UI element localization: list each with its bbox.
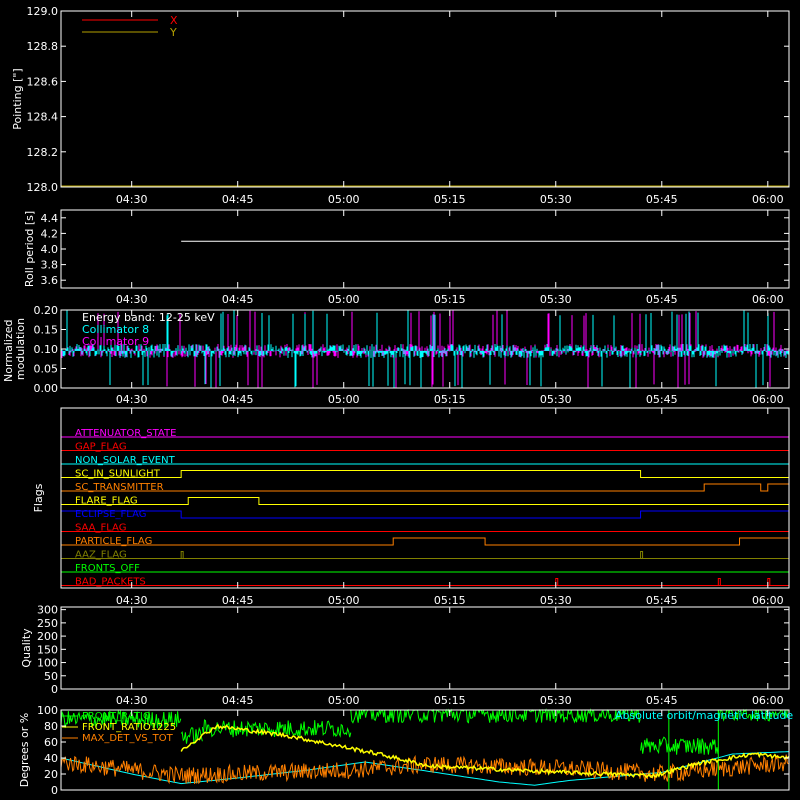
y-tick-label: 4.4 bbox=[41, 212, 59, 225]
x-tick-label: 06:00 bbox=[752, 694, 784, 707]
y-tick-label: 0.00 bbox=[34, 382, 59, 395]
y-tick-label: 128.6 bbox=[27, 75, 59, 88]
x-tick-label: 04:30 bbox=[116, 293, 148, 306]
y-tick-label: 128.2 bbox=[27, 146, 59, 159]
x-tick-label: 05:15 bbox=[434, 193, 466, 206]
x-tick-label: 05:15 bbox=[434, 694, 466, 707]
x-tick-label: 05:45 bbox=[646, 193, 678, 206]
x-tick-label: 06:00 bbox=[752, 293, 784, 306]
y-tick-label: 50 bbox=[44, 670, 58, 683]
y-tick-label: 20 bbox=[44, 768, 58, 781]
x-tick-label: 04:45 bbox=[222, 694, 254, 707]
x-tick-label: 05:45 bbox=[646, 293, 678, 306]
y-tick-label: 3.6 bbox=[41, 274, 59, 287]
ratios-ylabel: Degrees or % bbox=[18, 713, 31, 787]
x-tick-label: 05:15 bbox=[434, 293, 466, 306]
legend-label-front-ratio1225: FRONT_RATIO1225 bbox=[82, 722, 176, 733]
y-tick-label: 0.15 bbox=[34, 324, 59, 337]
x-tick-label: 05:30 bbox=[540, 393, 572, 406]
flags-ylabel: Flags bbox=[32, 483, 45, 512]
x-tick-label: 04:45 bbox=[222, 293, 254, 306]
legend-label-collimator: Collimator 9 bbox=[82, 335, 149, 348]
y-tick-label: 0.05 bbox=[34, 363, 59, 376]
y-tick-label: 128.8 bbox=[27, 40, 59, 53]
legend-label-max-det-vs-tot: MAX_DET_VS_TOT bbox=[82, 733, 174, 744]
x-tick-label: 05:30 bbox=[540, 293, 572, 306]
quality-ylabel: Quality bbox=[20, 628, 33, 668]
x-tick-label: 04:30 bbox=[116, 393, 148, 406]
legend-label-y: Y bbox=[169, 26, 177, 39]
y-tick-label: 0 bbox=[51, 683, 58, 696]
y-tick-label: 250 bbox=[37, 617, 58, 630]
y-tick-label: 80 bbox=[44, 720, 58, 733]
y-tick-label: 100 bbox=[37, 704, 58, 717]
x-tick-label: 05:00 bbox=[328, 193, 360, 206]
x-tick-label: 06:00 bbox=[752, 393, 784, 406]
y-tick-label: 0.20 bbox=[34, 304, 59, 317]
y-tick-label: 100 bbox=[37, 657, 58, 670]
y-tick-label: 40 bbox=[44, 752, 58, 765]
x-tick-label: 06:00 bbox=[752, 594, 784, 607]
y-tick-label: 0 bbox=[51, 784, 58, 797]
x-tick-label: 05:30 bbox=[540, 193, 572, 206]
pointing-ylabel: Pointing ["] bbox=[11, 68, 24, 129]
modulation-ylabel-line2: modulation bbox=[14, 318, 27, 380]
x-tick-label: 04:45 bbox=[222, 193, 254, 206]
y-tick-label: 300 bbox=[37, 604, 58, 617]
x-tick-label: 05:15 bbox=[434, 594, 466, 607]
x-tick-label: 05:30 bbox=[540, 694, 572, 707]
stix-quicklook-figure: 128.0128.2128.4128.6128.8129.0 XY Pointi… bbox=[0, 0, 800, 800]
x-tick-label: 05:00 bbox=[328, 694, 360, 707]
x-tick-label: 05:00 bbox=[328, 293, 360, 306]
legend-label-front-ratio: FRONT_RATIO bbox=[82, 711, 151, 722]
orbit-latitude-annotation: Absolute orbit/magnetic latitude bbox=[615, 709, 793, 722]
x-tick-label: 04:45 bbox=[222, 393, 254, 406]
y-tick-label: 4.0 bbox=[41, 243, 59, 256]
x-tick-label: 04:30 bbox=[116, 694, 148, 707]
x-tick-label: 04:45 bbox=[222, 594, 254, 607]
x-tick-label: 05:15 bbox=[434, 393, 466, 406]
x-tick-label: 05:00 bbox=[328, 594, 360, 607]
modulation-ylabel: Normalized modulation bbox=[2, 316, 27, 382]
x-tick-label: 04:30 bbox=[116, 193, 148, 206]
x-tick-label: 06:00 bbox=[752, 193, 784, 206]
y-tick-label: 3.8 bbox=[41, 259, 59, 272]
y-tick-label: 200 bbox=[37, 630, 58, 643]
x-tick-label: 04:30 bbox=[116, 594, 148, 607]
y-tick-label: 129.0 bbox=[27, 5, 59, 18]
x-tick-label: 05:45 bbox=[646, 594, 678, 607]
y-tick-label: 4.2 bbox=[41, 227, 59, 240]
roll-period-ylabel: Roll period [s] bbox=[23, 211, 36, 287]
x-tick-label: 05:30 bbox=[540, 594, 572, 607]
x-tick-label: 05:00 bbox=[328, 393, 360, 406]
x-tick-label: 05:45 bbox=[646, 393, 678, 406]
y-tick-label: 60 bbox=[44, 736, 58, 749]
y-tick-label: 150 bbox=[37, 643, 58, 656]
x-tick-label: 05:45 bbox=[646, 694, 678, 707]
y-tick-label: 128.4 bbox=[27, 111, 59, 124]
y-tick-label: 128.0 bbox=[27, 181, 59, 194]
y-tick-label: 0.10 bbox=[34, 343, 59, 356]
